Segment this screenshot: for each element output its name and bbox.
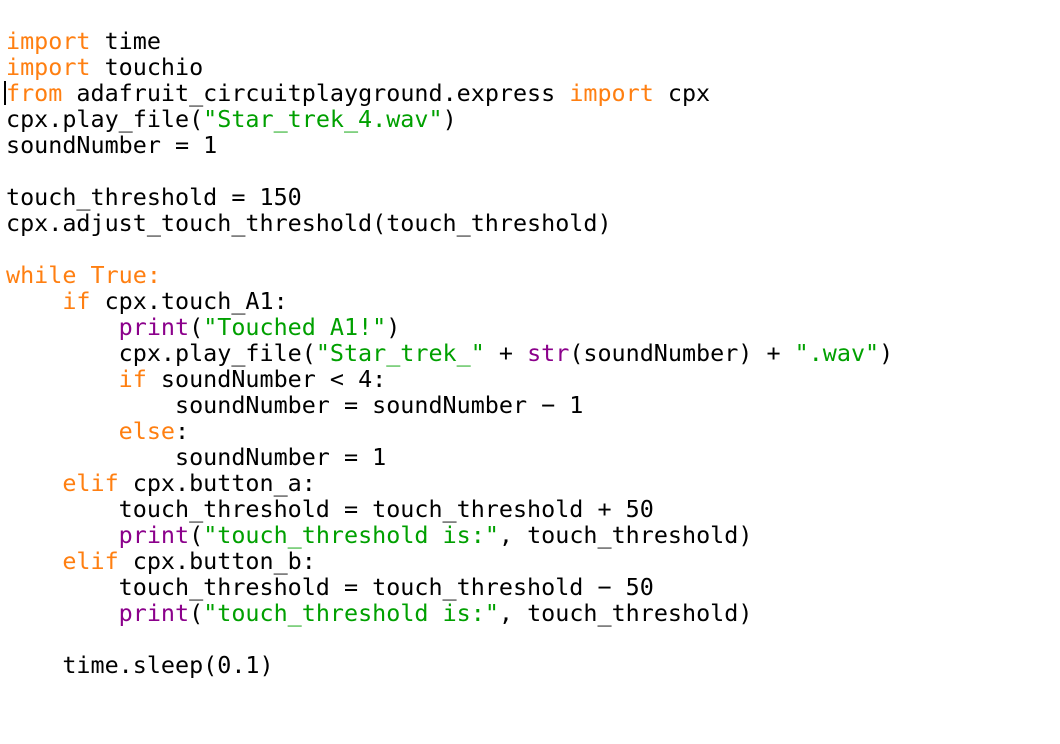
code-token-str: "Star_trek_" [315,339,485,367]
code-text-area[interactable]: import time import touchio from adafruit_c… [4,28,1060,730]
code-token-plain: soundNumber = 1 [6,131,218,159]
code-token-plain: soundNumber = 1 [6,443,387,471]
code-token-kw: elif [62,547,119,575]
code-token-plain: ( [189,599,204,627]
code-line[interactable]: time.sleep(0.1) [6,652,1060,678]
code-token-plain: cpx.adjust_touch_threshold(touch_thresho… [6,209,612,237]
code-token-plain: soundNumber = soundNumber − 1 [6,391,584,419]
code-token-kw: import [569,79,654,107]
code-line[interactable] [6,678,1060,704]
code-line[interactable]: soundNumber = soundNumber − 1 [6,392,1060,418]
code-line[interactable]: soundNumber = 1 [6,444,1060,470]
code-token-plain: time [90,27,161,55]
code-line[interactable]: touch_threshold = touch_threshold − 50 [6,574,1060,600]
code-token-str: "touch_threshold is:" [203,521,499,549]
code-token-builtin: print [118,599,190,627]
code-token-kw: while True [6,261,147,289]
code-line[interactable]: while True: [6,262,1060,288]
code-token-plain: cpx.touch_A1: [90,287,288,315]
code-line[interactable]: if soundNumber < 4: [6,366,1060,392]
code-line[interactable]: cpx.adjust_touch_threshold(touch_thresho… [6,210,1060,236]
code-token-kw: if [118,365,147,393]
code-line[interactable]: else: [6,418,1060,444]
code-token-plain: cpx [653,79,711,107]
text-caret [4,81,6,105]
code-line[interactable]: cpx.play_file("Star_trek_4.wav") [6,106,1060,132]
code-token-kw: import [6,27,91,55]
code-token-str: "Star_trek_4.wav" [203,105,443,133]
code-line[interactable]: print("Touched A1!") [6,314,1060,340]
code-line[interactable]: import time [6,28,1060,54]
code-token-plain: touchio [90,53,204,81]
code-token-plain: touch_threshold = touch_threshold − 50 [6,573,654,601]
code-token-builtin: str [527,339,570,367]
code-line[interactable]: import touchio [6,54,1060,80]
code-token-plain: ( [189,521,204,549]
code-line[interactable]: touch_threshold = 150 [6,184,1060,210]
code-token-plain: touch_threshold = touch_threshold + 50 [6,495,654,523]
code-token-plain: ) [386,313,401,341]
code-line[interactable]: from adafruit_circuitplayground.express … [4,79,1060,107]
code-token-plain: touch_threshold = 150 [6,183,302,211]
code-line[interactable]: cpx.play_file("Star_trek_" + str(soundNu… [6,340,1060,366]
code-token-plain: , touch_threshold) [498,521,753,549]
code-line[interactable]: elif cpx.button_a: [6,470,1060,496]
code-token-plain: adafruit_circuitplayground.express [62,79,570,107]
code-line[interactable] [6,626,1060,652]
code-token-plain: cpx.play_file( [6,339,316,367]
code-line[interactable]: soundNumber = 1 [6,132,1060,158]
code-token-plain: time.sleep(0.1) [6,651,274,679]
code-token-kw: : [146,261,161,289]
code-line[interactable] [6,158,1060,184]
code-line[interactable] [6,236,1060,262]
code-token-builtin: print [118,313,190,341]
code-token-plain: soundNumber < 4: [146,365,387,393]
code-token-plain: + [484,339,528,367]
code-line[interactable] [6,704,1060,730]
code-token-kw: if [62,287,91,315]
code-token-str: "Touched A1!" [203,313,387,341]
code-token-plain: ( [189,313,204,341]
code-editor[interactable]: import time import touchio from adafruit_c… [0,0,1060,744]
code-line[interactable]: touch_threshold = touch_threshold + 50 [6,496,1060,522]
code-line[interactable]: if cpx.touch_A1: [6,288,1060,314]
code-token-plain: (soundNumber) + [569,339,795,367]
code-token-builtin: print [118,521,190,549]
code-token-plain: , touch_threshold) [498,599,753,627]
code-token-str: ".wav" [794,339,880,367]
code-token-plain: : [175,417,190,445]
code-token-kw: from [6,79,63,107]
code-token-plain: cpx.play_file( [6,105,204,133]
code-line[interactable]: elif cpx.button_b: [6,548,1060,574]
code-token-plain: ) [879,339,894,367]
code-token-plain: ) [442,105,457,133]
code-token-plain: cpx.button_b: [118,547,316,575]
code-line[interactable]: print("touch_threshold is:", touch_thres… [6,600,1060,626]
code-token-kw: import [6,53,91,81]
code-token-plain: cpx.button_a: [118,469,316,497]
code-token-kw: else [118,417,176,445]
code-line[interactable]: print("touch_threshold is:", touch_thres… [6,522,1060,548]
code-token-str: "touch_threshold is:" [203,599,499,627]
code-token-kw: elif [62,469,119,497]
